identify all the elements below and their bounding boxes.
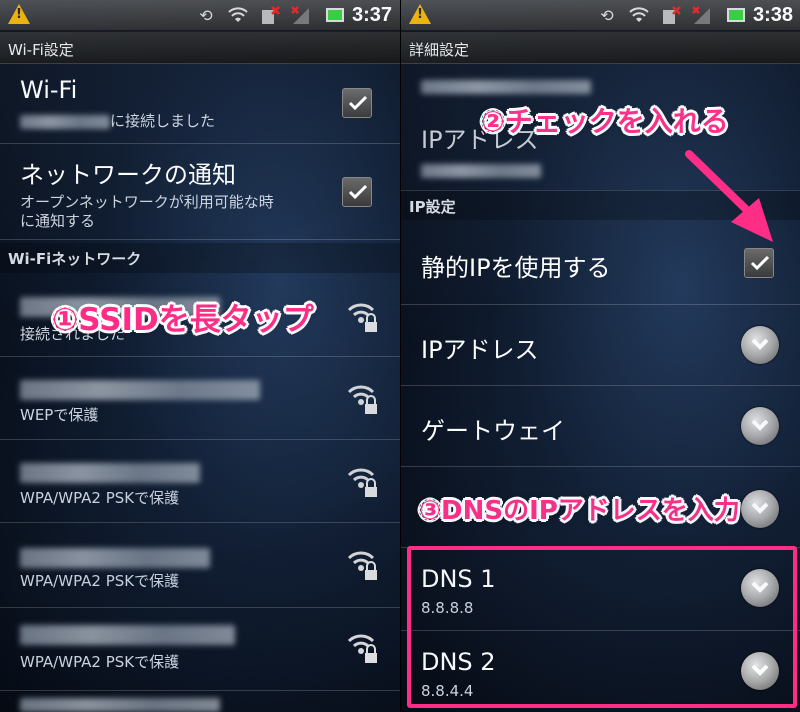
cell-signal-icon	[692, 6, 712, 26]
page-title-bar: Wi-Fi設定	[0, 32, 400, 64]
static-ip-label: 静的IPを使用する	[421, 254, 611, 282]
chevron-down-icon[interactable]	[741, 326, 779, 364]
dns-highlight-box	[407, 546, 797, 708]
clock: 3:37	[351, 4, 392, 26]
wifi-toggle-row[interactable]: Wi-Fi に接続しました	[0, 66, 400, 144]
ip-address-row[interactable]: IPアドレス	[401, 306, 800, 386]
redacted-ssid	[20, 548, 210, 568]
wifi-lock-icon	[347, 468, 377, 497]
redacted-ssid	[20, 698, 220, 712]
redacted-ssid	[20, 625, 235, 645]
clock: 3:38	[752, 4, 793, 26]
cell-signal-icon	[291, 6, 311, 26]
network-item[interactable]	[0, 692, 400, 712]
callout-dns: ③DNSのIPアドレスを入力	[419, 496, 740, 526]
network-status: WEPで保護	[20, 406, 99, 424]
status-bar: ! ⟲ 3:37	[0, 0, 400, 31]
wifi-lock-icon	[347, 551, 377, 580]
rotate-icon: ⟲	[600, 6, 614, 25]
wifi-lock-icon	[347, 385, 377, 414]
ip-address-label: IPアドレス	[421, 336, 539, 364]
wifi-signal-icon	[228, 6, 248, 26]
sim-error-icon	[260, 6, 280, 26]
callout-check: ②チェックを入れる	[481, 105, 729, 138]
network-status: WPA/WPA2 PSKで保護	[20, 572, 180, 590]
section-header: IP設定	[409, 198, 456, 216]
page-title: 詳細設定	[409, 41, 470, 59]
wifi-lock-icon	[347, 303, 377, 332]
network-item[interactable]: WEPで保護	[0, 358, 400, 440]
page-title: Wi-Fi設定	[8, 41, 74, 59]
network-status: WPA/WPA2 PSKで保護	[20, 653, 180, 671]
gateway-label: ゲートウェイ	[421, 417, 565, 445]
page-title-bar: 詳細設定	[401, 32, 800, 64]
wifi-settings-screen: ! ⟲ 3:37 Wi-Fi設定 Wi-Fi に接続しました ネットワークの通知…	[0, 0, 400, 712]
network-item[interactable]: WPA/WPA2 PSKで保護	[0, 609, 400, 691]
redacted-ssid	[20, 114, 110, 129]
network-notify-checkbox[interactable]	[342, 177, 372, 207]
rotate-icon: ⟲	[199, 6, 213, 25]
redacted-value	[421, 164, 541, 178]
redacted-ssid	[20, 463, 200, 483]
gateway-row[interactable]: ゲートウェイ	[401, 387, 800, 467]
battery-icon	[727, 8, 745, 22]
redacted-ssid	[20, 380, 260, 400]
status-bar: ! ⟲ 3:38	[401, 0, 800, 31]
network-notify-row[interactable]: ネットワークの通知 オープンネットワークが利用可能な時 に通知する	[0, 145, 400, 240]
battery-icon	[326, 8, 344, 22]
callout-long-tap: ①SSIDを長タップ	[52, 302, 314, 338]
wifi-status: に接続しました	[20, 112, 215, 131]
chevron-down-icon[interactable]	[741, 490, 779, 528]
checkmark-icon	[348, 95, 368, 111]
network-item[interactable]: WPA/WPA2 PSKで保護	[0, 524, 400, 608]
network-status: WPA/WPA2 PSKで保護	[20, 489, 180, 507]
wifi-networks-section: Wi-Fiネットワーク	[0, 243, 400, 273]
checkmark-icon	[348, 184, 368, 200]
network-notify-desc-2: に通知する	[20, 212, 96, 230]
sim-error-icon	[661, 6, 681, 26]
wifi-checkbox[interactable]	[342, 88, 372, 118]
wifi-signal-icon	[629, 6, 649, 26]
wifi-lock-icon	[347, 634, 377, 663]
wifi-toggle-title: Wi-Fi	[20, 76, 78, 104]
network-notify-desc-1: オープンネットワークが利用可能な時	[20, 193, 274, 211]
warning-icon: !	[8, 4, 30, 24]
network-notify-title: ネットワークの通知	[20, 161, 236, 189]
network-item[interactable]: WPA/WPA2 PSKで保護	[0, 441, 400, 523]
chevron-down-icon[interactable]	[741, 407, 779, 445]
warning-icon: !	[409, 4, 431, 24]
section-header: Wi-Fiネットワーク	[8, 250, 142, 268]
arrow-icon	[685, 150, 773, 242]
redacted-value	[421, 80, 591, 94]
